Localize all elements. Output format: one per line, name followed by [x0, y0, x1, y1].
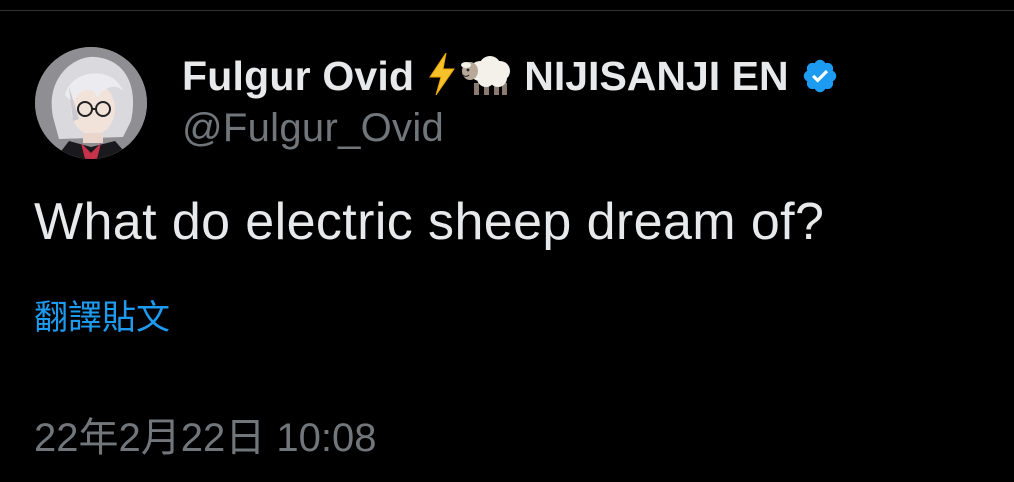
translate-post-link[interactable]: 翻譯貼文 — [34, 290, 170, 339]
tweet-timestamp[interactable]: 22年2月22日 10:08 — [34, 405, 376, 463]
author-header: Fulgur Ovid NIJISANJI EN — [182, 50, 839, 102]
tweet-text: What do electric sheep dream of? — [34, 193, 825, 251]
high-voltage-icon — [428, 52, 456, 100]
author-affiliation[interactable]: NIJISANJI EN — [524, 53, 788, 100]
author-display-name[interactable]: Fulgur Ovid — [182, 53, 414, 100]
verified-badge-icon[interactable] — [801, 57, 839, 95]
author-handle[interactable]: @Fulgur_Ovid — [182, 106, 444, 151]
avatar[interactable] — [35, 47, 147, 159]
top-divider — [0, 10, 1014, 11]
sheep-icon — [460, 51, 514, 102]
avatar-image — [35, 47, 147, 159]
